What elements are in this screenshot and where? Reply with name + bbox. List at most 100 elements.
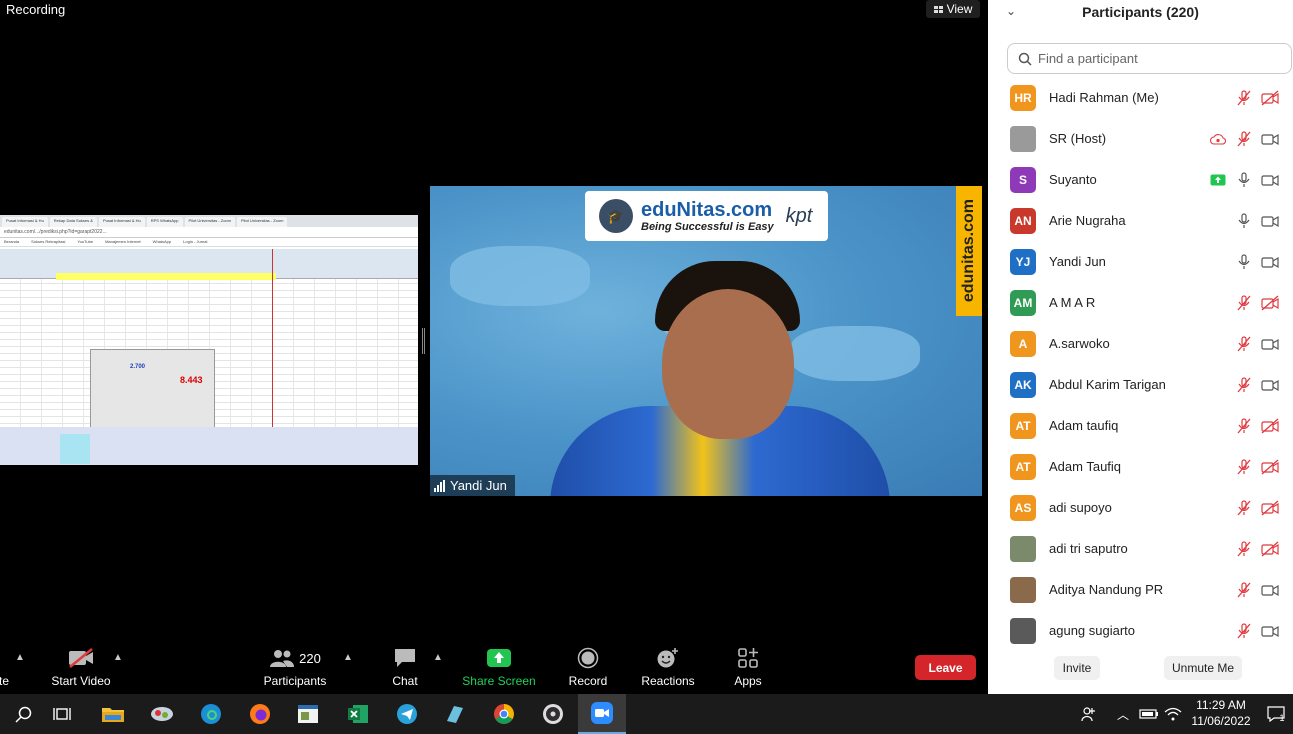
search-input[interactable] xyxy=(1038,51,1278,66)
zoom-window: Recording View Pusat Informasi & Hu Reka… xyxy=(0,0,1293,734)
chat-options-caret[interactable]: ▲ xyxy=(433,652,443,663)
mic-muted-icon[interactable] xyxy=(1235,376,1253,394)
reactions-icon xyxy=(656,644,680,672)
screen-share-icon xyxy=(1209,171,1227,189)
video-icon[interactable] xyxy=(1261,376,1279,394)
video-off-icon xyxy=(67,644,95,672)
battery-icon[interactable] xyxy=(1138,694,1160,734)
video-off-icon[interactable] xyxy=(1261,294,1279,312)
participant-name: agung sugiarto xyxy=(1049,623,1136,638)
participant-row[interactable]: AT Adam Taufiq xyxy=(988,446,1293,487)
participant-row[interactable]: A A.sarwoko xyxy=(988,323,1293,364)
share-screen-label: Share Screen xyxy=(462,674,536,688)
mic-muted-icon[interactable] xyxy=(1235,499,1253,517)
record-button[interactable]: Record xyxy=(566,644,610,694)
speaker-video[interactable]: 🎓 eduNitas.com Being Successful is Easy … xyxy=(430,186,982,496)
firefox-icon[interactable] xyxy=(236,694,284,734)
invite-button[interactable]: Invite xyxy=(1054,656,1100,680)
panel-title: Participants (220) xyxy=(1082,4,1199,20)
mic-icon[interactable] xyxy=(1235,253,1253,271)
system-clock[interactable]: 11:29 AM 11/06/2022 xyxy=(1188,697,1254,729)
split-handle[interactable] xyxy=(422,328,425,354)
obs-icon[interactable] xyxy=(529,694,577,734)
share-screen-button[interactable]: Share Screen xyxy=(460,644,538,694)
participant-search[interactable] xyxy=(1007,43,1292,74)
chrome-icon[interactable] xyxy=(480,694,528,734)
mic-muted-icon[interactable] xyxy=(1235,335,1253,353)
participant-row[interactable]: HR Hadi Rahman (Me) xyxy=(988,77,1293,118)
participant-row[interactable]: AK Abdul Karim Tarigan xyxy=(988,364,1293,405)
zoom-icon[interactable] xyxy=(578,694,626,734)
video-off-icon[interactable] xyxy=(1261,417,1279,435)
notification-icon[interactable]: 1 xyxy=(1262,694,1290,734)
apps-icon xyxy=(737,644,759,672)
video-icon[interactable] xyxy=(1261,253,1279,271)
participant-name: Suyanto xyxy=(1049,172,1097,187)
participant-row[interactable]: AT Adam taufiq xyxy=(988,405,1293,446)
avatar: AT xyxy=(1010,453,1036,480)
mute-button[interactable]: te xyxy=(0,644,14,694)
participant-row[interactable]: agung sugiarto xyxy=(988,610,1293,651)
excel-icon[interactable] xyxy=(334,694,382,734)
reactions-button[interactable]: Reactions xyxy=(640,644,696,694)
video-icon[interactable] xyxy=(1261,581,1279,599)
participants-button[interactable]: 220 Participants xyxy=(258,644,332,694)
chevron-up-icon[interactable]: ︿ xyxy=(1114,694,1132,734)
participant-row[interactable]: adi tri saputro xyxy=(988,528,1293,569)
participant-row[interactable]: SR (Host) xyxy=(988,118,1293,159)
participants-options-caret[interactable]: ▲ xyxy=(343,652,353,663)
app-icon-book[interactable] xyxy=(431,694,479,734)
video-icon[interactable] xyxy=(1261,171,1279,189)
video-icon[interactable] xyxy=(1261,212,1279,230)
participant-row[interactable]: Aditya Nandung PR xyxy=(988,569,1293,610)
record-label: Record xyxy=(568,674,608,688)
mic-muted-icon[interactable] xyxy=(1235,417,1253,435)
app-icon-window[interactable] xyxy=(284,694,332,734)
video-off-icon[interactable] xyxy=(1261,499,1279,517)
shared-screen[interactable]: Pusat Informasi & Hu Rekap Data Sukses &… xyxy=(0,215,418,465)
wifi-icon[interactable] xyxy=(1162,694,1184,734)
avatar: AS xyxy=(1010,494,1036,521)
app-icon-cloud[interactable] xyxy=(138,694,186,734)
mic-muted-icon[interactable] xyxy=(1235,294,1253,312)
participant-row[interactable]: S Suyanto xyxy=(988,159,1293,200)
video-off-icon[interactable] xyxy=(1261,89,1279,107)
video-icon[interactable] xyxy=(1261,622,1279,640)
start-video-button[interactable]: Start Video xyxy=(46,644,116,694)
avatar: A xyxy=(1010,330,1036,357)
video-options-caret[interactable]: ▲ xyxy=(113,652,123,663)
avatar: S xyxy=(1010,166,1036,193)
participant-row[interactable]: YJ Yandi Jun xyxy=(988,241,1293,282)
telegram-icon[interactable] xyxy=(383,694,431,734)
video-off-icon[interactable] xyxy=(1261,458,1279,476)
task-view-icon[interactable] xyxy=(38,694,86,734)
bookmark: Manajemen Internet xyxy=(105,239,141,244)
mic-icon[interactable] xyxy=(1235,171,1253,189)
meeting-area: Recording View Pusat Informasi & Hu Reka… xyxy=(0,0,988,694)
video-icon[interactable] xyxy=(1261,335,1279,353)
leave-button[interactable]: Leave xyxy=(915,655,976,680)
chat-button[interactable]: Chat xyxy=(385,644,425,694)
mic-muted-icon[interactable] xyxy=(1235,89,1253,107)
mic-icon[interactable] xyxy=(1235,212,1253,230)
participant-row[interactable]: AS adi supoyo xyxy=(988,487,1293,528)
mic-muted-icon[interactable] xyxy=(1235,458,1253,476)
unmute-me-button[interactable]: Unmute Me xyxy=(1164,656,1242,680)
apps-button[interactable]: Apps xyxy=(728,644,768,694)
mic-muted-icon[interactable] xyxy=(1235,130,1253,148)
audio-options-caret[interactable]: ▲ xyxy=(15,652,25,663)
mic-muted-icon[interactable] xyxy=(1235,540,1253,558)
video-icon[interactable] xyxy=(1261,130,1279,148)
view-button[interactable]: View xyxy=(926,0,980,18)
people-tray-icon[interactable] xyxy=(1078,694,1100,734)
avatar xyxy=(1010,535,1036,562)
video-off-icon[interactable] xyxy=(1261,540,1279,558)
browser-tab: Pusat Informasi & Hu xyxy=(2,217,48,227)
participant-row[interactable]: AN Arie Nugraha xyxy=(988,200,1293,241)
file-explorer-icon[interactable] xyxy=(89,694,137,734)
mic-muted-icon[interactable] xyxy=(1235,581,1253,599)
edge-icon[interactable] xyxy=(187,694,235,734)
reactions-label: Reactions xyxy=(641,674,695,688)
participant-row[interactable]: AM A M A R xyxy=(988,282,1293,323)
mic-muted-icon[interactable] xyxy=(1235,622,1253,640)
